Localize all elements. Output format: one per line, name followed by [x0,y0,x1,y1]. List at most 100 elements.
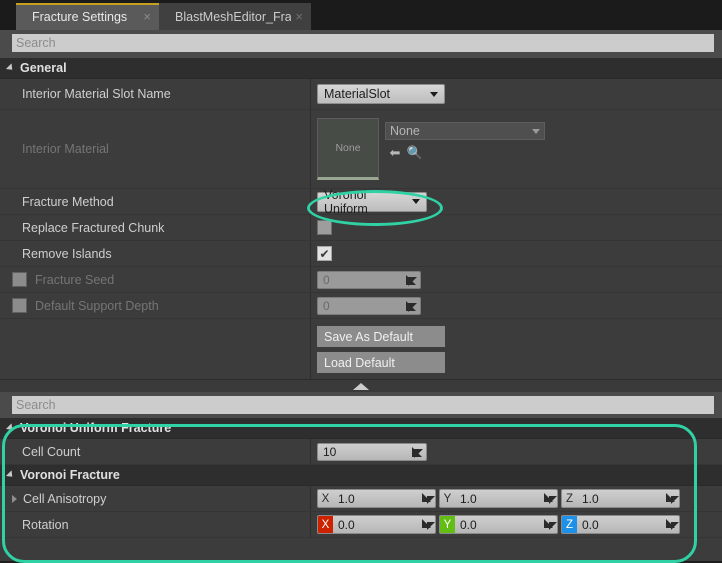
chevron-down-icon [532,128,540,134]
row-default-support-depth: Default Support Depth 0 [0,293,722,319]
fracture-method-dropdown[interactable]: Voronoi Uniform [317,188,427,216]
default-support-depth-input[interactable]: 0 [317,296,421,315]
remove-islands-checkbox[interactable]: ✔ [317,246,332,261]
label-fracture-method: Fracture Method [22,194,114,209]
interior-material-slot-name-dropdown[interactable]: MaterialSlot [317,84,445,104]
cell-anisotropy-z-value: 1.0 [582,491,599,506]
magnifier-icon[interactable]: 🔍 [405,144,425,162]
label-interior-material-slot-name: Interior Material Slot Name [22,87,171,101]
axis-tag-z: Z [565,492,574,505]
fracture-seed-input[interactable]: 0 [317,270,421,289]
default-support-depth-checkbox[interactable] [12,298,27,313]
spinner-icon[interactable] [405,274,417,286]
value-interior-material: None None ⬅ 🔍 [310,110,722,188]
row-default-buttons: Save As Default Load Default [0,319,722,379]
tab-fracture-settings-label: Fracture Settings [32,9,128,24]
close-icon[interactable]: × [295,10,303,23]
value-interior-material-slot-name: MaterialSlot [310,79,722,109]
interior-material-thumbnail[interactable]: None [317,118,379,180]
row-interior-material: Interior Material None None ⬅ 🔍 [0,110,722,189]
chevron-right-icon[interactable] [12,494,17,503]
row-fracture-seed: Fracture Seed 0 [0,267,722,293]
general-details-panel: General Interior Material Slot Name Mate… [0,58,722,379]
back-arrow-icon[interactable]: ⬅ [385,144,405,162]
cell-anisotropy-z-input[interactable]: Z 1.0 [561,489,680,508]
tab-blastmesheditor-frac-label: BlastMeshEditor_Frac [175,9,292,24]
fracture-seed-checkbox[interactable] [12,272,27,287]
label-fracture-seed: Fracture Seed [0,272,310,287]
chevron-down-icon [412,199,420,204]
label-interior-material: Interior Material [22,142,109,156]
section-header-voronoi-fracture-label: Voronoi Fracture [20,468,120,482]
value-replace-fractured-chunk [310,215,722,240]
tab-blastmesheditor-frac[interactable]: BlastMeshEditor_Frac × [159,3,311,30]
label-cell-anisotropy-text: Cell Anisotropy [23,491,107,506]
label-cell-count: Cell Count [22,444,81,459]
cell-count-input[interactable]: 10 [317,442,427,461]
rotation-y-input[interactable]: Y 0.0 [439,515,558,534]
top-search-bar [0,30,722,58]
interior-material-asset-controls: None ⬅ 🔍 [385,122,545,162]
fracture-method-value: Voronoi Uniform [324,187,368,216]
section-header-general[interactable]: General [0,58,722,79]
interior-material-asset-value: None [390,124,420,138]
axis-tag-x: X [321,492,330,505]
spinner-icon[interactable] [421,490,435,507]
value-cell-anisotropy: X 1.0 Y 1.0 Z 1.0 [310,486,722,511]
row-rotation: Rotation X 0.0 Y 0.0 Z 0.0 [0,512,722,538]
value-default-support-depth: 0 [310,293,722,318]
spinner-icon[interactable] [405,300,417,312]
panel-splitter[interactable] [0,379,722,393]
axis-tag-x: X [318,516,333,533]
default-buttons-group: Save As Default Load Default [310,319,722,379]
label-rotation: Rotation [22,517,69,532]
row-cell-anisotropy: Cell Anisotropy X 1.0 Y 1.0 Z 1.0 [0,486,722,512]
axis-tag-y: Y [440,516,455,533]
collapse-up-icon[interactable] [353,382,369,390]
rotation-x-value: 0.0 [338,517,355,532]
load-default-button[interactable]: Load Default [317,352,445,373]
section-header-voronoi-uniform-fracture-label: Voronoi Uniform Fracture [20,421,172,435]
rotation-x-input[interactable]: X 0.0 [317,515,436,534]
value-fracture-seed: 0 [310,267,722,292]
check-icon: ✔ [319,246,330,261]
spinner-icon[interactable] [543,490,557,507]
cell-count-value: 10 [323,444,337,459]
row-replace-fractured-chunk: Replace Fractured Chunk [0,215,722,241]
axis-tag-z: Z [562,516,577,533]
cell-anisotropy-x-input[interactable]: X 1.0 [317,489,436,508]
value-remove-islands: ✔ [310,241,722,266]
value-cell-count: 10 [310,439,722,464]
spinner-icon[interactable] [543,516,557,533]
chevron-down-icon [5,470,16,480]
tab-strip: Fracture Settings × BlastMeshEditor_Frac… [0,0,722,30]
row-interior-material-slot-name: Interior Material Slot Name MaterialSlot [0,79,722,110]
chevron-down-icon [430,91,438,97]
row-remove-islands: Remove Islands ✔ [0,241,722,267]
close-icon[interactable]: × [143,10,151,23]
rotation-z-input[interactable]: Z 0.0 [561,515,680,534]
spinner-icon[interactable] [665,490,679,507]
replace-fractured-chunk-checkbox[interactable] [317,220,332,235]
value-rotation: X 0.0 Y 0.0 Z 0.0 [310,512,722,537]
row-fracture-method: Fracture Method Voronoi Uniform [0,188,722,216]
rotation-y-value: 0.0 [460,517,477,532]
search-input[interactable] [12,34,714,52]
label-default-support-depth-text: Default Support Depth [35,298,159,313]
spinner-icon[interactable] [421,516,435,533]
label-default-support-depth: Default Support Depth [0,298,310,313]
interior-material-asset-picker[interactable]: None [385,122,545,140]
cell-anisotropy-y-input[interactable]: Y 1.0 [439,489,558,508]
search-input-bottom[interactable] [12,396,714,414]
chevron-down-icon [5,63,16,73]
section-header-voronoi-fracture[interactable]: Voronoi Fracture [0,465,722,486]
section-header-general-label: General [20,61,67,75]
spinner-icon[interactable] [411,446,423,458]
voronoi-details-panel: Voronoi Uniform Fracture Cell Count 10 V… [0,418,722,561]
label-fracture-seed-text: Fracture Seed [35,272,115,287]
fracture-seed-value: 0 [323,272,330,287]
section-header-voronoi-uniform-fracture[interactable]: Voronoi Uniform Fracture [0,418,722,439]
tab-fracture-settings[interactable]: Fracture Settings × [16,3,159,30]
spinner-icon[interactable] [665,516,679,533]
save-as-default-button[interactable]: Save As Default [317,326,445,347]
